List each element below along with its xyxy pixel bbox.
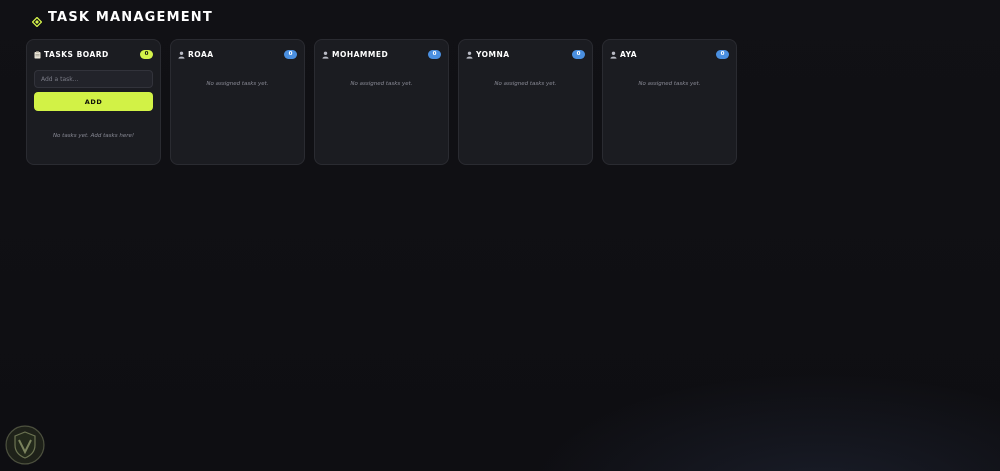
column-title-label: TASKS BOARD xyxy=(44,50,109,59)
column-title: ROAA xyxy=(178,50,214,59)
member-name: MOHAMMED xyxy=(332,50,389,59)
task-count-badge: 0 xyxy=(140,50,153,59)
user-icon xyxy=(466,51,473,59)
add-task-input[interactable] xyxy=(34,70,153,88)
column-header: YOMNA 0 xyxy=(466,49,585,60)
diamond-icon xyxy=(31,12,43,28)
tasks-board-column: TASKS BOARD 0 ADD No tasks yet. Add task… xyxy=(26,39,161,165)
kanban-board: TASKS BOARD 0 ADD No tasks yet. Add task… xyxy=(26,39,737,165)
member-column-roaa: ROAA 0 No assigned tasks yet. xyxy=(170,39,305,165)
page-header: TASK MANAGEMENT xyxy=(31,8,213,28)
column-title: AYA xyxy=(610,50,637,59)
column-header: MOHAMMED 0 xyxy=(322,49,441,60)
task-count-badge: 0 xyxy=(572,50,585,59)
add-task-button[interactable]: ADD xyxy=(34,92,153,111)
member-empty-message: No assigned tasks yet. xyxy=(206,81,269,87)
column-title: YOMNA xyxy=(466,50,510,59)
shield-logo-icon xyxy=(4,424,46,466)
board-empty-message: No tasks yet. Add tasks here! xyxy=(52,133,135,139)
member-name: ROAA xyxy=(188,50,214,59)
member-column-aya: AYA 0 No assigned tasks yet. xyxy=(602,39,737,165)
user-icon xyxy=(610,51,617,59)
column-header: ROAA 0 xyxy=(178,49,297,60)
column-title: MOHAMMED xyxy=(322,50,388,59)
task-count-badge: 0 xyxy=(716,50,729,59)
member-name: YOMNA xyxy=(476,50,510,59)
clipboard-icon xyxy=(34,50,41,59)
task-count-badge: 0 xyxy=(428,50,441,59)
member-empty-message: No assigned tasks yet. xyxy=(638,81,701,87)
task-count-badge: 0 xyxy=(284,50,297,59)
column-header: TASKS BOARD 0 xyxy=(34,49,153,60)
member-column-mohammed: MOHAMMED 0 No assigned tasks yet. xyxy=(314,39,449,165)
member-column-yomna: YOMNA 0 No assigned tasks yet. xyxy=(458,39,593,165)
column-title: TASKS BOARD xyxy=(34,50,109,59)
user-icon xyxy=(178,51,185,59)
member-name: AYA xyxy=(620,50,638,59)
user-icon xyxy=(322,51,329,59)
member-empty-message: No assigned tasks yet. xyxy=(494,81,557,87)
member-empty-message: No assigned tasks yet. xyxy=(350,81,413,87)
column-header: AYA 0 xyxy=(610,49,729,60)
page-title: TASK MANAGEMENT xyxy=(48,9,213,25)
